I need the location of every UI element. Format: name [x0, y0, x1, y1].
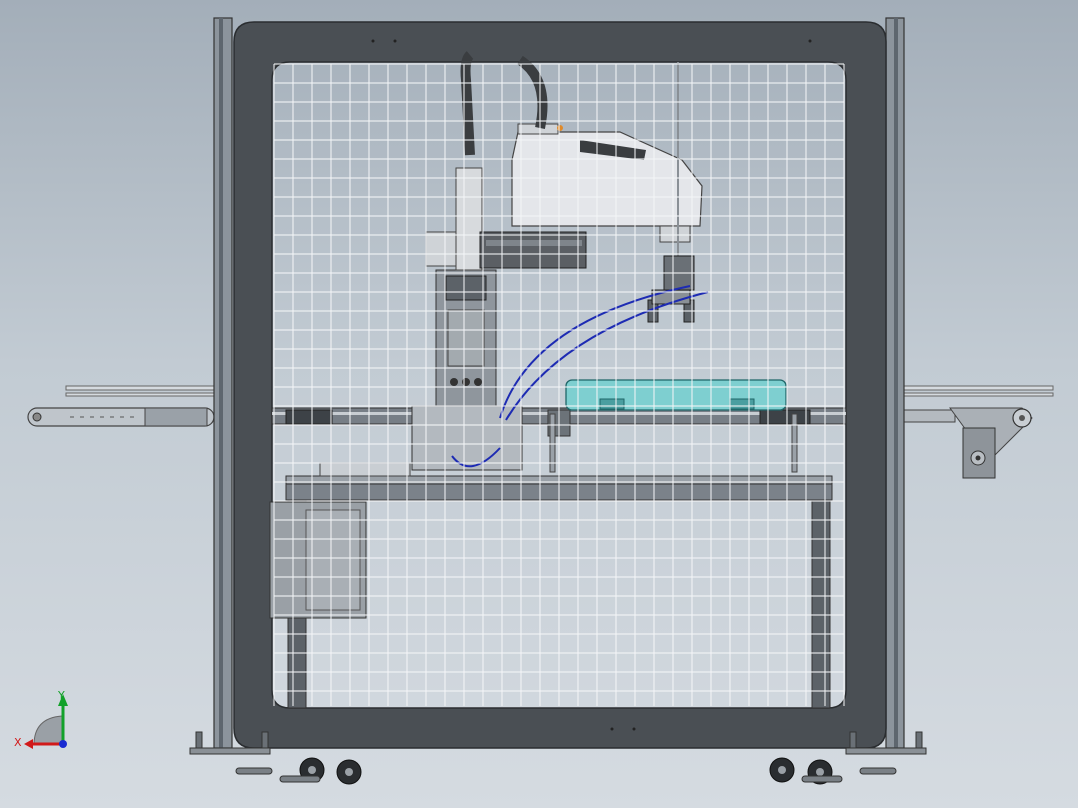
right-conveyor[interactable]	[894, 385, 1054, 479]
coordinate-triad-icon: Y X	[14, 689, 68, 749]
cad-viewport[interactable]: Y X	[0, 0, 1078, 808]
triad-x-label: X	[14, 736, 22, 749]
assembly-drawing: Y X	[14, 17, 1054, 785]
left-conveyor[interactable]	[27, 385, 227, 427]
triad-y-label: Y	[57, 689, 65, 702]
work-table[interactable]	[269, 462, 833, 709]
